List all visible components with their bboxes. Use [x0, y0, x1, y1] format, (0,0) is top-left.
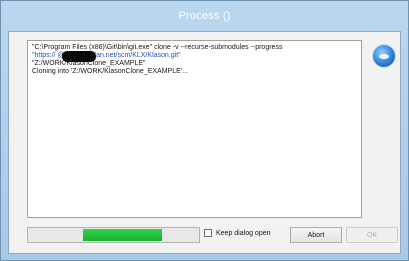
progress-fill — [83, 229, 162, 241]
keep-dialog-open-checkbox[interactable] — [204, 229, 212, 237]
log-line-url: "https:// @stash.devlan.net/scm/KLX/Klas… — [32, 51, 357, 62]
abort-button[interactable]: Abort — [290, 227, 342, 243]
window-title: Process () — [178, 10, 231, 22]
keep-dialog-open-label: Keep dialog open — [216, 229, 271, 237]
process-dialog: Process () "C:\Program Files (x86)\Git\b… — [0, 0, 409, 261]
title-bar[interactable]: Process () — [1, 1, 408, 31]
log-line-status: Cloning into 'Z:/WORK/KlasonClone_EXAMPL… — [32, 68, 188, 75]
log-line-path: "Z:/WORK/KlasonClone_EXAMPLE" — [32, 60, 146, 67]
progress-bar — [27, 227, 200, 243]
ok-button[interactable]: OK — [346, 227, 398, 243]
log-line-url-text: "https:// @stash.devlan.net/scm/KLX/Klas… — [32, 52, 181, 59]
info-globe-icon — [373, 45, 395, 67]
dialog-client-area: "C:\Program Files (x86)\Git\bin\git.exe"… — [8, 31, 401, 254]
output-log[interactable]: "C:\Program Files (x86)\Git\bin\git.exe"… — [27, 40, 362, 218]
keep-dialog-open-option[interactable]: Keep dialog open — [204, 229, 271, 237]
